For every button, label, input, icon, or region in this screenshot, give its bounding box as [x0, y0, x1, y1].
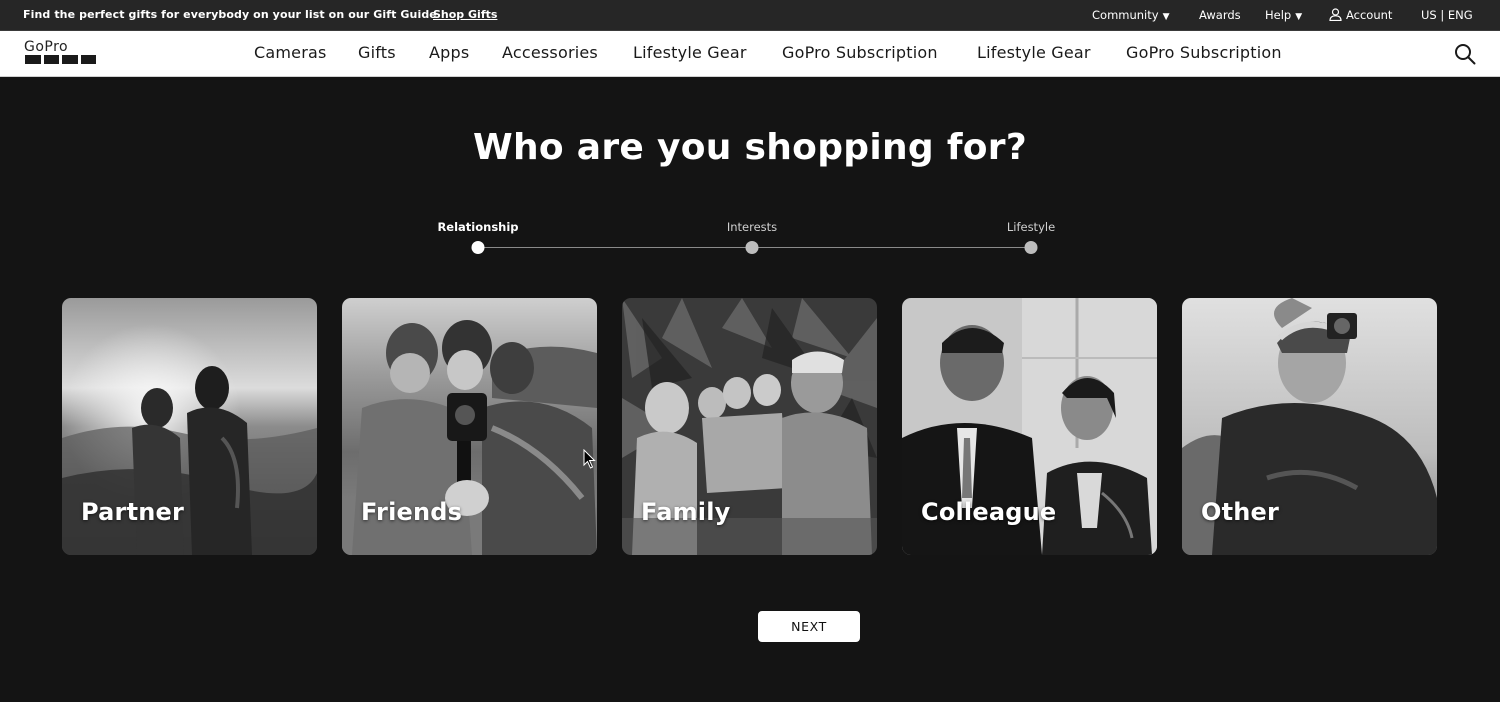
nav-item-apps[interactable]: Apps: [429, 43, 469, 62]
relationship-options: Partner Friends Family Colleague Other: [62, 298, 1438, 555]
card-other[interactable]: Other: [1182, 298, 1437, 555]
account-link[interactable]: Account: [1329, 8, 1392, 22]
card-label-colleague: Colleague: [921, 498, 1057, 526]
step-dot-relationship[interactable]: [471, 241, 485, 254]
card-label-partner: Partner: [81, 498, 185, 526]
promo-bar: Find the perfect gifts for everybody on …: [0, 0, 1500, 31]
help-menu[interactable]: Help ▼: [1265, 8, 1302, 22]
card-label-friends: Friends: [361, 498, 463, 526]
nav-item-cameras[interactable]: Cameras: [254, 43, 327, 62]
community-menu[interactable]: Community ▼: [1092, 8, 1169, 22]
nav-item-lifestyle-gear[interactable]: Lifestyle Gear: [633, 43, 747, 62]
logo-wordmark: GoPro: [24, 39, 69, 55]
chevron-down-icon: ▼: [1162, 12, 1170, 22]
card-label-other: Other: [1201, 498, 1280, 526]
card-friends[interactable]: Friends: [342, 298, 597, 555]
logo-blocks-icon: [25, 55, 96, 64]
search-icon[interactable]: [1453, 42, 1477, 66]
card-colleague[interactable]: Colleague: [902, 298, 1157, 555]
next-button[interactable]: NEXT: [758, 611, 860, 642]
step-label-interests: Interests: [726, 220, 778, 234]
nav-item-gopro-subscription[interactable]: GoPro Subscription: [782, 43, 938, 62]
awards-link[interactable]: Awards: [1199, 8, 1241, 22]
card-partner[interactable]: Partner: [62, 298, 317, 555]
account-label: Account: [1346, 8, 1393, 22]
chevron-down-icon: ▼: [1295, 12, 1303, 22]
step-label-relationship: Relationship: [437, 220, 519, 234]
nav-item-lifestyle-gear-2[interactable]: Lifestyle Gear: [977, 43, 1091, 62]
help-label: Help: [1265, 8, 1292, 22]
user-icon: [1329, 8, 1342, 21]
progress-stepper: Relationship Interests Lifestyle: [437, 218, 1055, 258]
nav-item-accessories[interactable]: Accessories: [502, 43, 598, 62]
nav-item-gifts[interactable]: Gifts: [358, 43, 396, 62]
promo-text: Find the perfect gifts for everybody on …: [23, 8, 437, 21]
card-label-family: Family: [641, 498, 731, 526]
community-label: Community: [1092, 8, 1159, 22]
mouse-cursor-icon: [583, 449, 596, 469]
gopro-logo[interactable]: GoPro: [24, 39, 96, 66]
card-family[interactable]: Family: [622, 298, 877, 555]
step-dot-lifestyle[interactable]: [1024, 241, 1038, 254]
step-label-lifestyle: Lifestyle: [1006, 220, 1056, 234]
step-dot-interests[interactable]: [745, 241, 759, 254]
shop-gifts-link[interactable]: Shop Gifts: [433, 8, 497, 21]
page-title: Who are you shopping for?: [472, 127, 1028, 168]
locale-selector[interactable]: US | ENG: [1421, 8, 1473, 22]
main-nav: GoPro Cameras Gifts Apps Accessories Lif…: [0, 31, 1500, 77]
nav-item-gopro-subscription-2[interactable]: GoPro Subscription: [1126, 43, 1282, 62]
